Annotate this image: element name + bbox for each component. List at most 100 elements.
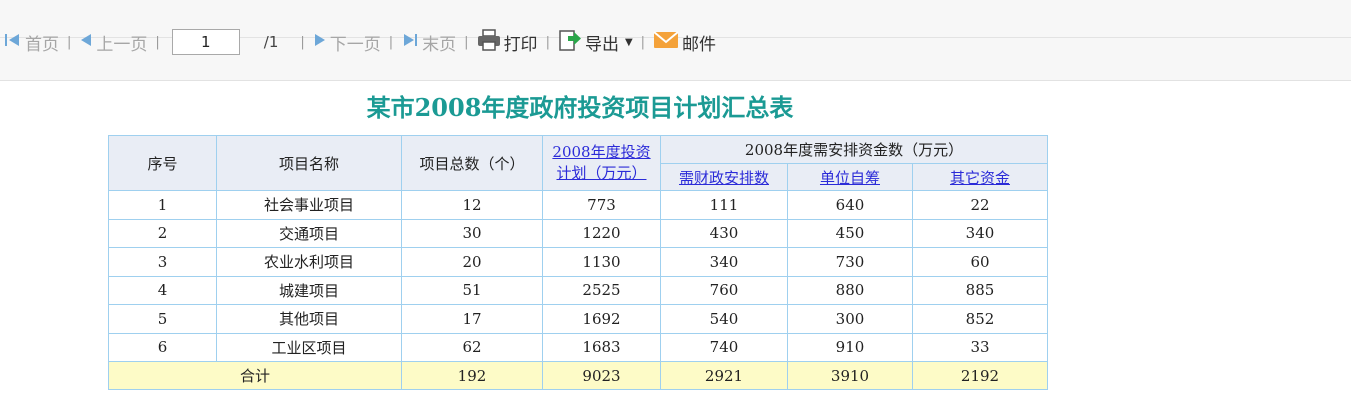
cell-count: 51 xyxy=(401,275,543,305)
header-name: 项目名称 xyxy=(216,135,402,191)
toolbar-separator: | xyxy=(300,34,305,50)
last-page-label: 末页 xyxy=(422,34,457,55)
cell-seq: 5 xyxy=(108,304,217,334)
report-toolbar: 首页 | 上一页 | /1 | 下一页 | 末页 | xyxy=(0,0,1351,81)
cell-name: 交通项目 xyxy=(216,218,402,248)
header-self[interactable]: 单位自筹 xyxy=(787,163,913,191)
export-label: 导出 xyxy=(584,34,619,55)
cell-self: 880 xyxy=(787,275,913,305)
toolbar-separator: | xyxy=(155,34,160,50)
prev-page-icon xyxy=(79,32,93,53)
last-page-button[interactable]: 末页 xyxy=(401,30,456,55)
header-seq: 序号 xyxy=(108,135,217,191)
cell-fiscal: 540 xyxy=(660,304,788,334)
mail-button[interactable]: 邮件 xyxy=(653,30,716,55)
cell-fiscal: 111 xyxy=(660,190,788,220)
table-row: 2 交通项目 30 1220 430 450 340 xyxy=(108,218,1048,248)
cell-fiscal: 340 xyxy=(660,247,788,277)
cell-other: 33 xyxy=(912,332,1048,362)
header-plan-line1[interactable]: 2008年度投资 xyxy=(552,143,650,161)
cell-seq: 2 xyxy=(108,218,217,248)
first-page-icon xyxy=(4,32,22,53)
total-pages-text: /1 xyxy=(263,33,279,51)
cell-self: 910 xyxy=(787,332,913,362)
cell-name: 社会事业项目 xyxy=(216,190,402,220)
table-row: 6 工业区项目 62 1683 740 910 33 xyxy=(108,332,1048,362)
cell-name: 城建项目 xyxy=(216,275,402,305)
cell-count: 12 xyxy=(401,190,543,220)
cell-seq: 1 xyxy=(108,190,217,220)
table-row: 5 其他项目 17 1692 540 300 852 xyxy=(108,304,1048,334)
next-page-icon xyxy=(313,32,327,53)
header-fiscal-link[interactable]: 需财政安排数 xyxy=(679,169,769,187)
header-plan[interactable]: 2008年度投资 计划（万元） xyxy=(542,135,661,191)
cell-fiscal: 760 xyxy=(660,275,788,305)
cell-other: 852 xyxy=(912,304,1048,334)
next-page-label: 下一页 xyxy=(329,34,381,55)
cell-plan: 1220 xyxy=(542,218,661,248)
cell-count: 62 xyxy=(401,332,543,362)
cell-self: 730 xyxy=(787,247,913,277)
toolbar-separator: | xyxy=(545,34,550,50)
cell-name: 工业区项目 xyxy=(216,332,402,362)
report-table: 序号 项目名称 项目总数（个） 2008年度投资 计划（万元） 2008年度需安… xyxy=(108,135,1048,390)
cell-seq: 6 xyxy=(108,332,217,362)
header-other[interactable]: 其它资金 xyxy=(912,163,1048,191)
toolbar-separator: | xyxy=(388,34,394,50)
toolbar-row: 首页 | 上一页 | /1 | 下一页 | 末页 | xyxy=(4,27,716,57)
cell-plan: 1692 xyxy=(542,304,661,334)
printer-icon xyxy=(477,28,501,56)
total-self: 3910 xyxy=(787,361,913,390)
toolbar-separator: | xyxy=(464,34,469,50)
toolbar-separator: | xyxy=(640,34,646,50)
page-number-input[interactable] xyxy=(171,29,240,55)
cell-self: 450 xyxy=(787,218,913,248)
table-row: 3 农业水利项目 20 1130 340 730 60 xyxy=(108,247,1048,277)
prev-page-label: 上一页 xyxy=(96,34,148,55)
header-row: 序号 项目名称 项目总数（个） 2008年度投资 计划（万元） 2008年度需安… xyxy=(108,135,1048,191)
header-count: 项目总数（个） xyxy=(401,135,543,191)
next-page-button[interactable]: 下一页 xyxy=(313,30,381,55)
header-funds-group: 2008年度需安排资金数（万元） xyxy=(660,135,1048,164)
cell-fiscal: 740 xyxy=(660,332,788,362)
mail-label: 邮件 xyxy=(682,34,717,55)
last-page-icon xyxy=(401,32,419,53)
cell-other: 22 xyxy=(912,190,1048,220)
cell-plan: 1130 xyxy=(542,247,661,277)
cell-other: 340 xyxy=(912,218,1048,248)
cell-seq: 4 xyxy=(108,275,217,305)
cell-other: 60 xyxy=(912,247,1048,277)
cell-plan: 1683 xyxy=(542,332,661,362)
header-fiscal[interactable]: 需财政安排数 xyxy=(660,163,788,191)
header-plan-line2[interactable]: 计划（万元） xyxy=(556,164,646,182)
first-page-label: 首页 xyxy=(25,34,59,55)
table-row: 4 城建项目 51 2525 760 880 885 xyxy=(108,275,1048,305)
total-row: 合计 192 9023 2921 3910 2192 xyxy=(108,361,1048,390)
print-button[interactable]: 打印 xyxy=(477,28,538,56)
cell-name: 其他项目 xyxy=(216,304,402,334)
header-other-link[interactable]: 其它资金 xyxy=(950,169,1010,187)
total-fiscal: 2921 xyxy=(660,361,788,390)
mail-icon xyxy=(653,30,679,55)
total-other: 2192 xyxy=(912,361,1048,390)
cell-count: 30 xyxy=(401,218,543,248)
first-page-button[interactable]: 首页 xyxy=(4,30,59,55)
cell-count: 20 xyxy=(401,247,543,277)
report-title: 某市2008年度政府投资项目计划汇总表 xyxy=(366,93,794,122)
export-icon xyxy=(558,28,582,57)
cell-plan: 773 xyxy=(542,190,661,220)
chevron-down-icon: ▼ xyxy=(624,36,633,48)
toolbar-separator: | xyxy=(67,34,72,50)
header-self-link[interactable]: 单位自筹 xyxy=(820,169,880,187)
export-dropdown[interactable]: 导出 ▼ xyxy=(558,28,633,57)
cell-name: 农业水利项目 xyxy=(216,247,402,277)
cell-count: 17 xyxy=(401,304,543,334)
cell-plan: 2525 xyxy=(542,275,661,305)
print-label: 打印 xyxy=(503,34,538,55)
cell-other: 885 xyxy=(912,275,1048,305)
total-count: 192 xyxy=(401,361,543,390)
prev-page-button[interactable]: 上一页 xyxy=(79,30,147,55)
cell-self: 300 xyxy=(787,304,913,334)
cell-seq: 3 xyxy=(108,247,217,277)
total-label: 合计 xyxy=(108,361,402,390)
